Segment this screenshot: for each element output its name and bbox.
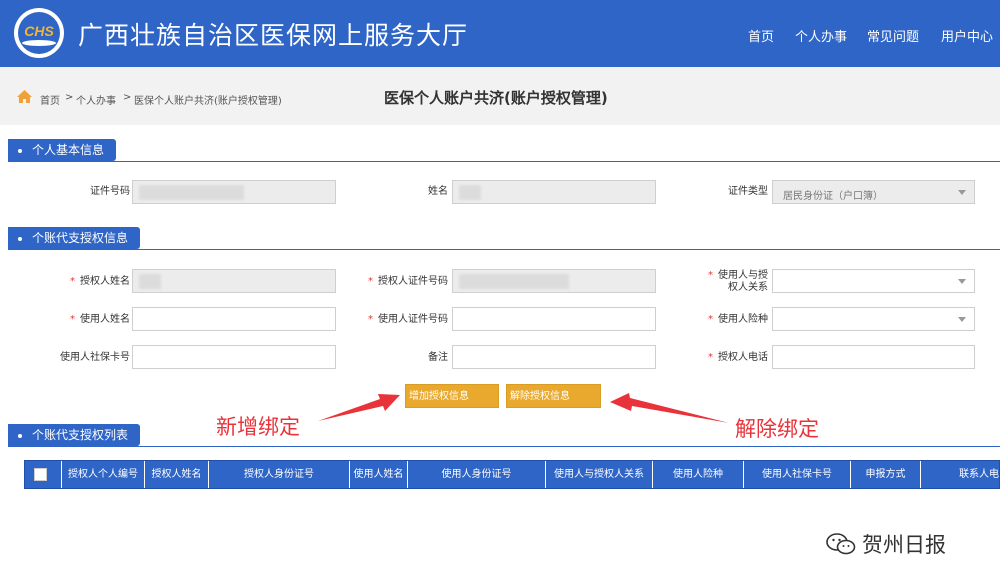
watermark: 贺州日报	[826, 529, 946, 561]
th-insurance[interactable]: 使用人险种	[653, 461, 744, 488]
arrow-to-add-button	[318, 394, 400, 421]
logo-swoosh	[22, 40, 56, 46]
th-authorizer-id[interactable]: 授权人身份证号	[209, 461, 350, 488]
breadcrumb-current: 医保个人账户共济(账户授权管理)	[134, 96, 282, 107]
breadcrumb-home[interactable]: 首页	[40, 92, 60, 107]
nav-user-center[interactable]: 用户中心	[941, 26, 993, 45]
nav-faq[interactable]: 常见问题	[867, 26, 919, 45]
th-select	[25, 461, 62, 488]
breadcrumb-sep: >	[123, 92, 132, 103]
th-contact-phone[interactable]: 联系人电	[921, 461, 999, 488]
section-divider	[8, 446, 1000, 447]
th-user-name[interactable]: 使用人姓名	[350, 461, 408, 488]
wechat-icon	[826, 532, 856, 561]
section-list-header: 个账代支授权列表	[8, 424, 141, 446]
annotation-arrows	[318, 393, 729, 423]
breadcrumb-personal[interactable]: 个人办事	[76, 92, 116, 107]
site-logo[interactable]: CHS	[14, 8, 64, 58]
arrow-to-remove-button	[610, 393, 729, 423]
th-relation[interactable]: 使用人与授权人关系	[546, 461, 653, 488]
breadcrumb-bar: 首页 > 个人办事 > 医保个人账户共济(账户授权管理) 医保个人账户共济(账户…	[0, 67, 1000, 125]
table-header: 授权人个人编号 授权人姓名 授权人身份证号 使用人姓名 使用人身份证号 使用人与…	[24, 460, 1000, 489]
site-title: 广西壮族自治区医保网上服务大厅	[78, 21, 469, 50]
nav-home[interactable]: 首页	[748, 26, 774, 45]
home-icon[interactable]	[16, 89, 33, 107]
th-authorizer-name[interactable]: 授权人姓名	[145, 461, 209, 488]
nav-personal[interactable]: 个人办事	[795, 26, 847, 45]
section-list-title: 个账代支授权列表	[32, 428, 129, 442]
breadcrumb-sep: >	[65, 92, 74, 103]
top-header: CHS 广西壮族自治区医保网上服务大厅 首页 个人办事 常见问题 用户中心	[0, 0, 1000, 67]
th-card-no[interactable]: 使用人社保卡号	[744, 461, 851, 488]
th-declare-method[interactable]: 申报方式	[851, 461, 921, 488]
select-all-checkbox[interactable]	[34, 468, 47, 481]
logo-text: CHS	[24, 23, 54, 39]
watermark-text: 贺州日报	[862, 533, 946, 557]
page-title: 医保个人账户共济(账户授权管理)	[384, 89, 608, 107]
th-authorizer-no[interactable]: 授权人个人编号	[62, 461, 145, 488]
main-panel: 个人基本信息 证件号码 姓名 证件类型 居民身份证（户口簿） 个账代支授权信息 …	[0, 125, 1000, 588]
th-user-id[interactable]: 使用人身份证号	[408, 461, 546, 488]
